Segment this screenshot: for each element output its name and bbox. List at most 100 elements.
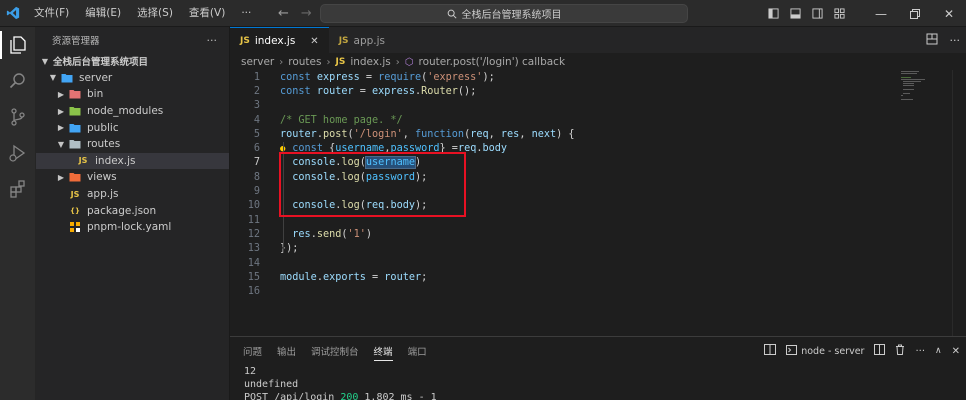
tree-item-package-json[interactable]: {} package.json [36,202,229,219]
terminal-list-icon[interactable] [764,344,777,358]
yaml-icon [69,221,81,233]
back-arrow-icon[interactable]: ← [278,6,289,21]
menu-item[interactable]: 选择(S) [129,0,181,27]
split-editor-icon[interactable] [926,33,938,48]
tree-item-label: server [79,71,113,84]
terminal-line: 12 [244,366,257,377]
panel-tab[interactable]: 终端 [373,337,402,365]
restore-button[interactable] [898,0,932,27]
editor-scrollbar[interactable] [952,70,966,336]
code-line[interactable]: 7 console.log(username) [230,156,910,170]
tree-item-index-js[interactable]: JS index.js [36,152,229,170]
tree-item-public[interactable]: ▶ public [36,119,229,136]
title-bar-controls: — ✕ [762,0,966,27]
tree-item-routes[interactable]: ▼ routes [36,136,229,153]
breadcrumb-symbol[interactable]: router.post('/login') callback [419,56,566,68]
js-icon: JS [78,156,88,166]
line-number: 7 [253,157,260,169]
customize-layout-icon[interactable] [828,8,850,19]
breadcrumb: server › routes › JS index.js › ⬡ router… [230,54,966,70]
code-line[interactable]: 16 [230,285,910,299]
close-panel-icon[interactable]: ✕ [952,346,960,357]
breadcrumb-routes[interactable]: routes [288,56,321,68]
panel-tab[interactable]: 调试控制台 [311,337,368,365]
code-line[interactable]: 10 console.log(req.body); [230,199,910,213]
minimap[interactable] [899,70,951,100]
command-center-search[interactable]: 全栈后台管理系统项目 [320,4,688,23]
panel-tab[interactable]: 问题 [243,337,271,365]
menu-item[interactable]: 编辑(E) [77,0,129,27]
js-icon: JS [70,189,80,199]
code-text: const router = express.Router(); [280,85,477,97]
code-text: console.log(password); [292,171,428,183]
breadcrumb-server[interactable]: server [241,56,274,68]
toggle-panel-icon[interactable] [784,8,806,19]
tree-item-app-js[interactable]: JS app.js [36,186,229,203]
run-debug-icon[interactable] [0,135,36,171]
line-number: 4 [253,114,260,126]
extensions-icon[interactable] [0,171,36,207]
panel-tab[interactable]: 端口 [408,337,436,365]
code-line[interactable]: 1 const express = require('express'); [230,70,910,84]
code-line[interactable]: 8 console.log(password); [230,170,910,184]
tree-item-views[interactable]: ▶ views [36,169,229,186]
menu-item[interactable]: 文件(F) [26,0,77,27]
line-number: 9 [253,186,260,198]
code-line[interactable]: 13}); [230,242,910,256]
line-number: 2 [253,85,260,97]
terminal-selector[interactable]: node - server [786,344,864,358]
search-sidebar-icon[interactable] [0,63,36,99]
code-line[interactable]: 5 router.post('/login', function(req, res… [230,127,910,141]
search-text: 全栈后台管理系统项目 [461,10,562,21]
menu-more[interactable]: ··· [233,0,259,27]
bottom-panel: 问题 输出 调试控制台 终端 端口 node - server ··· ∧ ✕ 12 u… [230,336,966,400]
tree-item-bin[interactable]: ▶ bin [36,86,229,103]
code-line[interactable]: 15 module.exports = router; [230,270,910,284]
line-number: 1 [253,71,260,83]
terminal-icon [786,344,798,358]
maximize-panel-icon[interactable]: ∧ [935,346,942,356]
code-line[interactable]: 2 const router = express.Router(); [230,84,910,98]
chevron-down-icon: ▼ [41,56,49,66]
tree-item-pnpm-lock-yaml[interactable]: pnpm-lock.yaml [36,219,229,236]
code-line[interactable]: 11 [230,213,910,227]
code-line[interactable]: 4 /* GET home page. */ [230,113,910,127]
chevron-down-icon: ▼ [57,139,65,149]
breadcrumb-file[interactable]: index.js [350,56,390,68]
close-icon[interactable]: ✕ [310,36,318,47]
vscode-logo-icon [0,0,26,27]
tree-item-server[interactable]: ▼ server [36,70,229,87]
more-actions-icon[interactable]: ··· [915,346,925,357]
code-line[interactable]: 12 res.send('1') [230,227,910,241]
code-line[interactable]: 6 const {username,password} =req.body● [230,142,910,156]
split-terminal-icon[interactable] [874,344,886,358]
trash-icon[interactable] [895,344,905,358]
toggle-primary-sidebar-icon[interactable] [762,8,784,19]
more-actions-icon[interactable]: ··· [950,34,961,47]
close-window-button[interactable]: ✕ [932,0,966,27]
code-line[interactable]: 14 [230,256,910,270]
tree-item-label: bin [87,88,104,101]
search-icon [447,9,457,19]
tree-item-label: public [87,121,119,134]
code-editor[interactable]: 1 const express = require('express'); 2 con… [230,70,966,336]
explorer-icon[interactable] [0,27,36,63]
tree-item-node-modules[interactable]: ▶ node_modules [36,103,229,120]
tab-index-js[interactable]: JS index.js ✕ [230,27,329,54]
tab-app-js[interactable]: JS app.js [329,27,395,54]
code-line[interactable]: 3 [230,99,910,113]
minimize-button[interactable]: — [864,0,898,27]
chevron-right-icon: › [326,56,331,68]
forward-arrow-icon[interactable]: → [301,6,312,21]
code-text: res.send('1') [292,228,373,240]
source-control-icon[interactable] [0,99,36,135]
panel-tab[interactable]: 输出 [277,337,305,365]
menu-item[interactable]: 查看(V) [181,0,233,27]
folder-icon [61,72,73,84]
toggle-secondary-sidebar-icon[interactable] [806,8,828,19]
chevron-right-icon: ▶ [57,172,65,182]
code-line[interactable]: 9 [230,184,910,198]
workspace-root[interactable]: ▼ 全栈后台管理系统项目 [36,53,229,70]
more-actions-icon[interactable]: ··· [207,34,218,47]
tree-item-label: app.js [87,188,119,201]
